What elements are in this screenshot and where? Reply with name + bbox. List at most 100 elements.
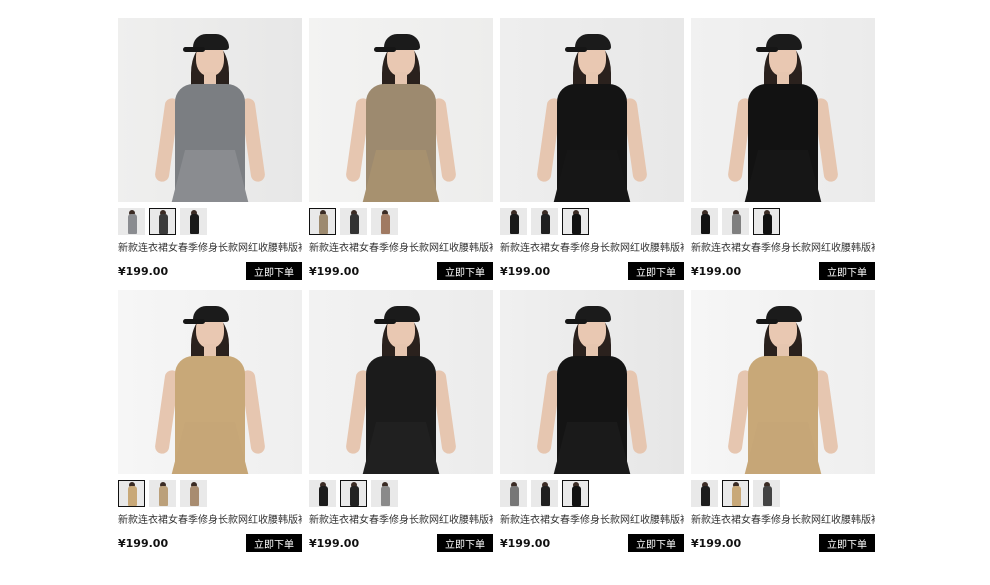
color-swatch[interactable] <box>500 208 527 235</box>
color-swatch[interactable] <box>722 208 749 235</box>
model-cap <box>756 306 802 324</box>
swatch-dress <box>509 486 519 506</box>
product-card[interactable]: 新款连衣裙女春季修身长款网红收腰韩版裙... ¥199.00 立即下单 <box>118 18 302 280</box>
product-title[interactable]: 新款连衣裙女春季修身长款网红收腰韩版裙... <box>309 514 493 528</box>
product-footer: ¥199.00 立即下单 <box>118 534 302 552</box>
color-swatches <box>309 208 493 236</box>
product-photo[interactable] <box>500 290 684 474</box>
product-photo[interactable] <box>691 290 875 474</box>
product-title[interactable]: 新款连衣裙女春季修身长款网红收腰韩版裙... <box>500 514 684 528</box>
swatch-dress <box>189 486 199 506</box>
color-swatch[interactable] <box>753 480 780 507</box>
color-swatch[interactable] <box>118 208 145 235</box>
color-swatch[interactable] <box>753 208 780 235</box>
swatch-dress <box>731 214 741 234</box>
swatch-dress <box>158 486 168 506</box>
swatch-dress <box>509 214 519 234</box>
model-cap <box>374 34 420 52</box>
buy-now-button[interactable]: 立即下单 <box>628 262 684 280</box>
product-title[interactable]: 新款连衣裙女春季修身长款网红收腰韩版裙... <box>309 242 493 256</box>
color-swatch[interactable] <box>309 208 336 235</box>
color-swatch[interactable] <box>149 480 176 507</box>
color-swatch[interactable] <box>118 480 145 507</box>
model-figure <box>532 34 652 202</box>
color-swatch[interactable] <box>340 208 367 235</box>
product-footer: ¥199.00 立即下单 <box>500 534 684 552</box>
swatch-dress <box>700 486 710 506</box>
product-title[interactable]: 新款连衣裙女春季修身长款网红收腰韩版裙... <box>691 514 875 528</box>
model-figure <box>150 34 270 202</box>
buy-now-button[interactable]: 立即下单 <box>819 262 875 280</box>
color-swatch[interactable] <box>691 480 718 507</box>
product-card[interactable]: 新款连衣裙女春季修身长款网红收腰韩版裙... ¥199.00 立即下单 <box>309 290 493 552</box>
product-footer: ¥199.00 立即下单 <box>691 262 875 280</box>
swatch-dress <box>349 214 359 234</box>
color-swatch[interactable] <box>180 480 207 507</box>
product-card[interactable]: 新款连衣裙女春季修身长款网红收腰韩版裙... ¥199.00 立即下单 <box>500 290 684 552</box>
color-swatch[interactable] <box>309 480 336 507</box>
color-swatches <box>500 480 684 508</box>
color-swatch[interactable] <box>149 208 176 235</box>
product-price: ¥199.00 <box>691 264 742 278</box>
swatch-dress <box>571 486 581 506</box>
product-footer: ¥199.00 立即下单 <box>309 262 493 280</box>
buy-now-button[interactable]: 立即下单 <box>819 534 875 552</box>
color-swatch[interactable] <box>371 208 398 235</box>
product-card[interactable]: 新款连衣裙女春季修身长款网红收腰韩版裙... ¥199.00 立即下单 <box>691 290 875 552</box>
product-price: ¥199.00 <box>118 264 169 278</box>
swatch-dress <box>762 214 772 234</box>
product-photo[interactable] <box>309 18 493 202</box>
color-swatch[interactable] <box>562 480 589 507</box>
product-card[interactable]: 新款连衣裙女春季修身长款网红收腰韩版裙... ¥199.00 立即下单 <box>309 18 493 280</box>
product-title[interactable]: 新款连衣裙女春季修身长款网红收腰韩版裙... <box>691 242 875 256</box>
color-swatch[interactable] <box>531 480 558 507</box>
buy-now-button[interactable]: 立即下单 <box>246 534 302 552</box>
color-swatch[interactable] <box>691 208 718 235</box>
product-card[interactable]: 新款连衣裙女春季修身长款网红收腰韩版裙... ¥199.00 立即下单 <box>118 290 302 552</box>
product-photo[interactable] <box>118 18 302 202</box>
product-card[interactable]: 新款连衣裙女春季修身长款网红收腰韩版裙... ¥199.00 立即下单 <box>500 18 684 280</box>
product-photo[interactable] <box>309 290 493 474</box>
color-swatch[interactable] <box>371 480 398 507</box>
product-footer: ¥199.00 立即下单 <box>118 262 302 280</box>
product-row: 新款连衣裙女春季修身长款网红收腰韩版裙... ¥199.00 立即下单 新款连衣… <box>118 290 875 552</box>
product-photo[interactable] <box>500 18 684 202</box>
color-swatch[interactable] <box>180 208 207 235</box>
model-figure <box>723 34 843 202</box>
product-title[interactable]: 新款连衣裙女春季修身长款网红收腰韩版裙... <box>500 242 684 256</box>
model-figure <box>723 306 843 474</box>
model-cap <box>565 306 611 324</box>
swatch-dress <box>349 486 359 506</box>
swatch-dress <box>380 214 390 234</box>
product-price: ¥199.00 <box>691 536 742 550</box>
model-figure <box>150 306 270 474</box>
color-swatch[interactable] <box>340 480 367 507</box>
buy-now-button[interactable]: 立即下单 <box>628 534 684 552</box>
product-title[interactable]: 新款连衣裙女春季修身长款网红收腰韩版裙... <box>118 514 302 528</box>
product-photo[interactable] <box>691 18 875 202</box>
color-swatch[interactable] <box>562 208 589 235</box>
swatch-dress <box>127 486 137 506</box>
product-card[interactable]: 新款连衣裙女春季修身长款网红收腰韩版裙... ¥199.00 立即下单 <box>691 18 875 280</box>
swatch-dress <box>318 214 328 234</box>
buy-now-button[interactable]: 立即下单 <box>437 262 493 280</box>
color-swatch[interactable] <box>531 208 558 235</box>
model-cap <box>565 34 611 52</box>
product-row: 新款连衣裙女春季修身长款网红收腰韩版裙... ¥199.00 立即下单 新款连衣… <box>118 18 875 280</box>
model-cap <box>183 34 229 52</box>
color-swatch[interactable] <box>500 480 527 507</box>
model-figure <box>341 306 461 474</box>
color-swatches <box>118 208 302 236</box>
model-cap <box>183 306 229 324</box>
product-photo[interactable] <box>118 290 302 474</box>
swatch-dress <box>762 486 772 506</box>
swatch-dress <box>700 214 710 234</box>
product-title[interactable]: 新款连衣裙女春季修身长款网红收腰韩版裙... <box>118 242 302 256</box>
model-figure <box>532 306 652 474</box>
product-price: ¥199.00 <box>500 536 551 550</box>
model-cap <box>756 34 802 52</box>
buy-now-button[interactable]: 立即下单 <box>246 262 302 280</box>
buy-now-button[interactable]: 立即下单 <box>437 534 493 552</box>
color-swatch[interactable] <box>722 480 749 507</box>
product-footer: ¥199.00 立即下单 <box>691 534 875 552</box>
